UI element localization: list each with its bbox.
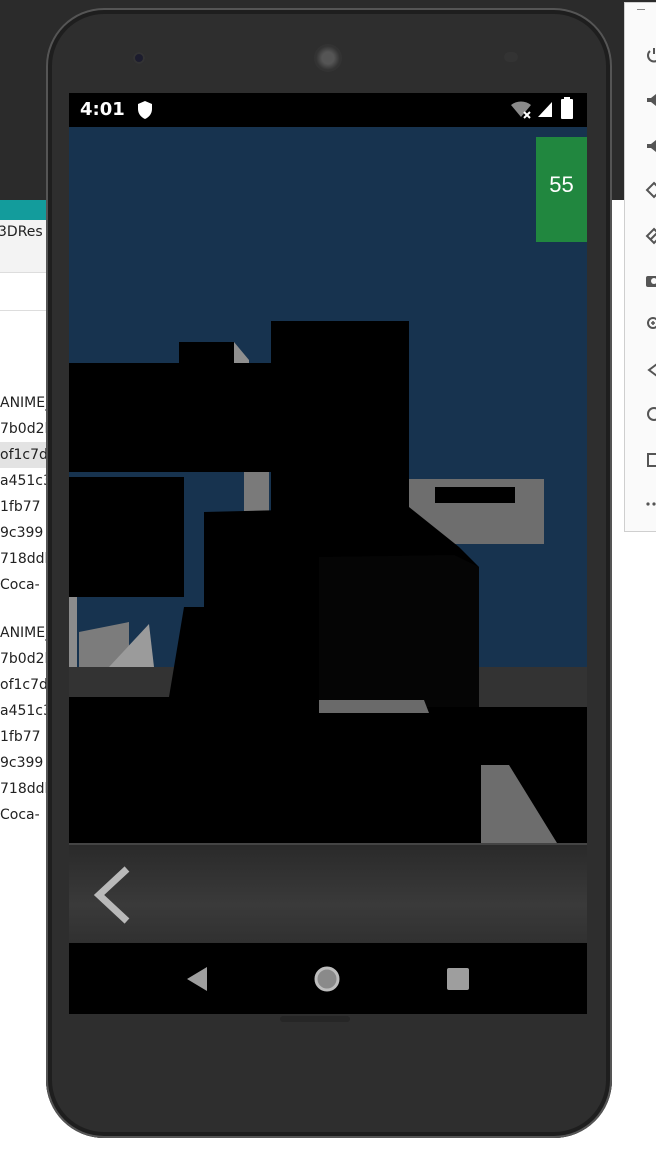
scene-block [69,477,184,597]
rotate-left-icon[interactable] [645,181,656,199]
scene-window [435,487,515,503]
back-triangle-icon[interactable] [183,965,211,993]
overview-icon[interactable] [645,451,656,469]
shield-icon [138,101,152,119]
signal-icon [538,102,552,117]
device-screen: 4:01 55 [69,93,587,1014]
chevron-left-icon [93,866,130,924]
front-camera [133,52,145,64]
earpiece-speaker [314,44,342,72]
rotate-right-icon[interactable] [645,227,656,245]
back-icon[interactable] [645,361,656,379]
volume-down-icon[interactable] [645,137,656,155]
fps-counter: 55 [536,137,587,242]
volume-up-icon[interactable] [645,91,656,109]
app-bottom-bar [69,843,587,945]
scene-block [69,342,301,472]
scene-block [319,555,479,707]
game-viewport[interactable]: 55 [69,127,587,843]
camera-icon[interactable] [645,271,656,289]
proximity-sensor [504,52,518,62]
more-icon[interactable] [645,495,656,513]
ide-tab-label: 3DRes [0,224,43,240]
scene-block [271,321,409,511]
minimize-icon[interactable] [637,9,645,10]
power-icon[interactable] [645,45,656,63]
back-button[interactable] [89,863,143,927]
game-scene [69,321,587,843]
recents-square-icon[interactable] [444,965,472,993]
home-circle-icon[interactable] [313,965,341,993]
scene-building [69,597,77,667]
battery-icon [561,97,573,119]
device-chin [280,1016,350,1022]
status-time: 4:01 [80,99,125,120]
system-nav-bar [69,943,587,1014]
status-bar: 4:01 [69,93,587,127]
home-icon[interactable] [645,405,656,423]
wifi-off-icon [511,101,531,119]
emulator-toolbar [624,2,656,532]
scene-ledge [319,700,429,713]
zoom-icon[interactable] [645,315,656,333]
